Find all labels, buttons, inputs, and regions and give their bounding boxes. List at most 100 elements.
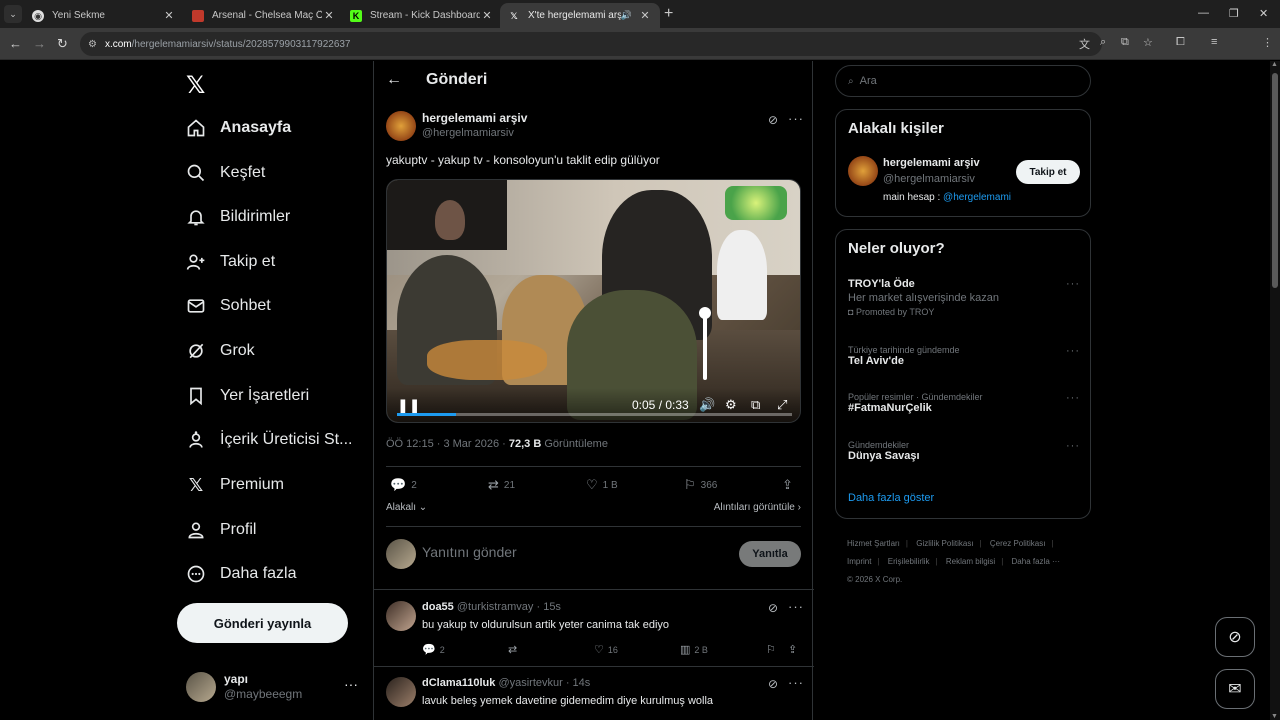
- trend-item[interactable]: TROY'la Öde Her market alışverişinde kaz…: [848, 278, 1080, 317]
- like-button[interactable]: ♡ 1 B: [586, 477, 618, 493]
- tab-close-icon[interactable]: ✕: [638, 9, 652, 22]
- nav-notifications[interactable]: Bildirimler: [186, 202, 290, 232]
- nav-premium[interactable]: 𝕏 Premium: [186, 470, 284, 500]
- tab-new-tab[interactable]: ◉ Yeni Sekme ✕: [24, 3, 184, 28]
- related-person[interactable]: hergelemami arşiv @hergelmamiarsiv main …: [848, 156, 1080, 206]
- nav-profile[interactable]: Profil: [186, 515, 256, 545]
- bio-link[interactable]: @hergelemami: [943, 192, 1011, 203]
- avatar[interactable]: [386, 601, 416, 631]
- tab-search-button[interactable]: ⌄: [4, 5, 22, 23]
- tab-arsenal-chelsea[interactable]: Arsenal - Chelsea Maç Özeti (Vi ✕: [184, 3, 344, 28]
- avatar[interactable]: [386, 677, 416, 707]
- avatar[interactable]: [386, 111, 416, 141]
- reply-button[interactable]: 💬 2: [390, 477, 417, 493]
- reply-submit-button[interactable]: Yanıtla: [739, 541, 801, 567]
- translate-icon[interactable]: 文: [1079, 36, 1090, 52]
- nav-explore[interactable]: Keşfet: [186, 158, 265, 188]
- footer-link[interactable]: Daha fazla ···: [1012, 557, 1060, 566]
- media-controls-icon[interactable]: ≡: [1211, 36, 1217, 48]
- footer-link[interactable]: Reklam bilgisi: [946, 557, 995, 566]
- follow-button[interactable]: Takip et: [1016, 160, 1080, 184]
- nav-grok[interactable]: Grok: [186, 336, 255, 366]
- post-timestamp[interactable]: ÖÖ 12:15 · 3 Mar 2026 ·: [386, 438, 509, 450]
- account-switcher[interactable]: yapı @maybeeegm ···: [186, 669, 366, 705]
- speaker-icon[interactable]: 🔊: [699, 397, 715, 413]
- more-dots-icon[interactable]: ···: [788, 599, 804, 614]
- pause-icon[interactable]: ❚❚: [397, 397, 420, 414]
- settings-gear-icon[interactable]: ⚙: [725, 397, 737, 413]
- scrollbar-thumb[interactable]: [1272, 73, 1278, 288]
- scroll-up-icon[interactable]: ▲: [1271, 61, 1278, 68]
- reply-item[interactable]: dClama110luk @yasirtevkur · 14s ⊘ ··· la…: [386, 675, 804, 717]
- grok-floating-button[interactable]: ⊘: [1215, 617, 1255, 657]
- more-dots-icon[interactable]: ···: [788, 111, 804, 126]
- site-info-icon[interactable]: ⚙: [88, 39, 97, 50]
- share-button[interactable]: ⇪: [782, 477, 798, 493]
- trend-item[interactable]: Popüler resimler · Gündemdekiler #FatmaN…: [848, 392, 1080, 414]
- nav-bookmarks[interactable]: Yer İşaretleri: [186, 381, 309, 411]
- grok-icon[interactable]: ⊘: [768, 601, 778, 615]
- window-close-icon[interactable]: ✕: [1259, 7, 1268, 20]
- repost-button[interactable]: ⇄: [508, 643, 521, 656]
- url-input[interactable]: ⚙ x.com /hergelemamiarsiv/status/2028579…: [80, 32, 1102, 56]
- scroll-down-icon[interactable]: ▼: [1271, 713, 1278, 720]
- reload-icon[interactable]: ↻: [57, 36, 68, 52]
- share-button[interactable]: ⇪: [788, 643, 801, 656]
- bookmark-button[interactable]: ⚐ 366: [684, 477, 717, 493]
- footer-link[interactable]: Erişilebilirlik: [888, 557, 930, 566]
- more-dots-icon[interactable]: ···: [1066, 345, 1080, 357]
- new-tab-button[interactable]: +: [664, 5, 673, 23]
- zoom-icon[interactable]: ⌕: [1100, 36, 1106, 49]
- post-button[interactable]: Gönderi yayınla: [177, 603, 348, 643]
- grok-icon[interactable]: ⊘: [768, 113, 778, 127]
- forward-icon[interactable]: →: [33, 36, 46, 51]
- search-input[interactable]: ⌕ Ara: [835, 65, 1091, 97]
- video-player[interactable]: ❚❚ 0:05 / 0:33 🔊 ⚙ ⧉ ⤢: [386, 179, 801, 423]
- page-scrollbar[interactable]: ▲ ▼: [1270, 61, 1280, 720]
- footer-link[interactable]: Imprint: [847, 557, 871, 566]
- grok-icon[interactable]: ⊘: [768, 677, 778, 691]
- bookmark-star-icon[interactable]: ☆: [1143, 36, 1153, 49]
- tab-kick-dashboard[interactable]: K Stream - Kick Dashboard ✕: [342, 3, 502, 28]
- avatar[interactable]: [848, 156, 878, 186]
- nav-chat[interactable]: Sohbet: [186, 291, 271, 321]
- extensions-icon[interactable]: ⧠: [1176, 36, 1185, 49]
- reply-author-name[interactable]: dClama110luk: [422, 677, 495, 689]
- person-handle[interactable]: @hergelmamiarsiv: [883, 173, 975, 185]
- more-dots-icon[interactable]: ···: [1066, 278, 1080, 290]
- tab-x-post[interactable]: 𝕏 X'te hergelemami arşiv: "yal 🔊 ✕: [500, 3, 660, 28]
- messages-floating-button[interactable]: ✉: [1215, 669, 1255, 709]
- reply-author-handle[interactable]: @yasirtevkur · 14s: [498, 677, 590, 689]
- nav-creator-studio[interactable]: İçerik Üreticisi St...: [186, 425, 352, 455]
- tab-close-icon[interactable]: ✕: [322, 9, 336, 22]
- speaker-icon[interactable]: 🔊: [621, 10, 632, 21]
- tab-close-icon[interactable]: ✕: [162, 9, 176, 22]
- video-progress-bar[interactable]: [397, 413, 792, 416]
- footer-link[interactable]: Hizmet Şartları: [847, 539, 900, 548]
- trend-item[interactable]: Gündemdekiler Dünya Savaşı ···: [848, 440, 1080, 462]
- install-app-icon[interactable]: ⧉: [1121, 36, 1129, 49]
- x-logo-icon[interactable]: 𝕏: [186, 71, 205, 100]
- volume-slider[interactable]: [703, 310, 707, 380]
- tab-close-icon[interactable]: ✕: [480, 9, 494, 22]
- related-dropdown[interactable]: Alakalı ⌄: [386, 502, 427, 513]
- more-dots-icon[interactable]: ···: [788, 675, 804, 690]
- more-dots-icon[interactable]: ···: [344, 676, 358, 692]
- nav-more[interactable]: Daha fazla: [186, 559, 297, 589]
- restore-icon[interactable]: ❐: [1229, 7, 1239, 20]
- back-icon[interactable]: ←: [9, 36, 22, 51]
- footer-link[interactable]: Çerez Politikası: [990, 539, 1046, 548]
- view-quotes-link[interactable]: Alıntıları görüntüle ›: [714, 502, 801, 513]
- author-handle[interactable]: @hergelmamiarsiv: [422, 127, 514, 139]
- pip-icon[interactable]: ⧉: [751, 397, 760, 413]
- minimize-icon[interactable]: —: [1198, 7, 1209, 19]
- bookmark-button[interactable]: ⚐: [766, 643, 780, 656]
- reply-button[interactable]: 💬 2: [422, 643, 445, 656]
- volume-slider-handle[interactable]: [699, 307, 711, 319]
- like-button[interactable]: ♡ 16: [594, 643, 618, 656]
- footer-link[interactable]: Gizlilik Politikası: [916, 539, 973, 548]
- nav-home[interactable]: Anasayfa: [186, 113, 291, 143]
- show-more-link[interactable]: Daha fazla göster: [848, 492, 934, 504]
- back-arrow-icon[interactable]: ←: [386, 71, 402, 89]
- more-dots-icon[interactable]: ···: [1066, 440, 1080, 452]
